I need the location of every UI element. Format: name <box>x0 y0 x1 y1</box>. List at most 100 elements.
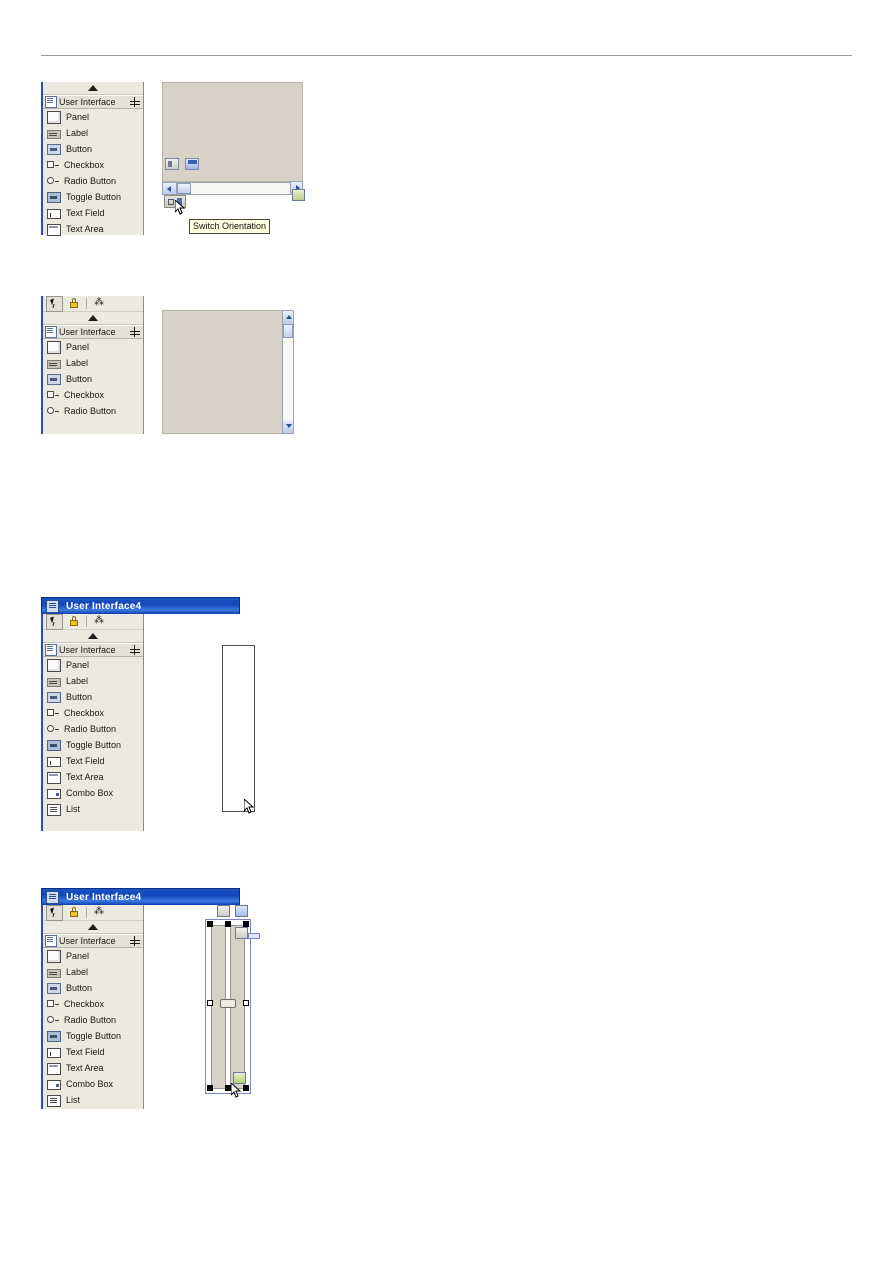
palette-item-toggle-button[interactable]: Toggle Button <box>43 737 143 753</box>
figure-2-vertical-scrollbar: User Interface Panel Label Button Checkb… <box>41 295 311 436</box>
vertical-scroll-track[interactable] <box>283 338 293 420</box>
fig2-palette-group-header[interactable]: User Interface <box>43 325 143 339</box>
palette-item-label: Checkbox <box>64 160 105 170</box>
selection-handle-middle-right[interactable] <box>243 1000 249 1006</box>
palette-item-toggle-button[interactable]: Toggle Button <box>43 189 143 205</box>
vertical-scroll-thumb[interactable] <box>283 324 293 338</box>
scroll-down-arrow[interactable] <box>283 420 293 433</box>
scroll-left-arrow[interactable] <box>163 183 177 194</box>
arrow-cursor-icon[interactable] <box>46 613 63 630</box>
selection-handle-top-center[interactable] <box>225 921 231 927</box>
split-horizontal-badge[interactable] <box>217 905 230 917</box>
palette-item-combo-box[interactable]: Combo Box <box>43 785 143 801</box>
selected-split-pane[interactable] <box>205 919 251 1094</box>
palette-item-toggle-button[interactable]: Toggle Button <box>43 1028 143 1044</box>
palette-item-panel[interactable]: Panel <box>43 657 143 673</box>
palette-item-label: Text Area <box>66 224 104 234</box>
fig2-tool-strip[interactable] <box>43 295 143 312</box>
palette-item-button[interactable]: Button <box>43 689 143 705</box>
palette-item-list[interactable]: List <box>43 1092 143 1108</box>
palette-item-label[interactable]: Label <box>43 673 143 689</box>
scroll-up-arrow[interactable] <box>283 311 293 324</box>
palette-item-combo-box[interactable]: Combo Box <box>43 1076 143 1092</box>
palette-item-radio-button[interactable]: Radio Button <box>43 403 143 419</box>
horizontal-scroll-thumb[interactable] <box>177 183 191 194</box>
vertical-split-pane-outline[interactable] <box>222 645 255 812</box>
fig1-collapse-row[interactable] <box>43 82 143 95</box>
palette-item-radio-button[interactable]: Radio Button <box>43 173 143 189</box>
palette-item-text-area[interactable]: Text Area <box>43 1060 143 1076</box>
palette-item-button[interactable]: Button <box>43 980 143 996</box>
resize-badge[interactable] <box>292 189 305 201</box>
palette-item-panel[interactable]: Panel <box>43 948 143 964</box>
fig2-form-surface[interactable] <box>162 310 292 434</box>
move-handle-icon[interactable] <box>130 645 140 655</box>
horizontal-scroll-track[interactable] <box>191 183 302 194</box>
zoom-badge[interactable] <box>235 927 248 939</box>
combo-box-icon <box>47 789 61 799</box>
fig1-component-palette[interactable]: User Interface Panel Label Button Checkb… <box>41 82 144 237</box>
fig2-vertical-scrollbar[interactable] <box>282 310 294 434</box>
wand-icon[interactable] <box>93 905 104 919</box>
fig3-design-canvas[interactable] <box>145 614 291 831</box>
move-handle-icon[interactable] <box>130 97 140 107</box>
padlock-icon[interactable] <box>67 297 80 310</box>
fig1-palette-group-header[interactable]: User Interface <box>43 95 143 109</box>
palette-item-checkbox[interactable]: Checkbox <box>43 996 143 1012</box>
palette-item-button[interactable]: Button <box>43 371 143 387</box>
fig3-component-palette[interactable]: User Interface Panel Label Button Checkb… <box>41 613 144 831</box>
palette-item-panel[interactable]: Panel <box>43 109 143 125</box>
split-divider-knob[interactable] <box>220 999 236 1008</box>
split-horizontal-icon[interactable] <box>165 158 179 170</box>
text-area-icon <box>47 771 61 784</box>
fig2-collapse-row[interactable] <box>43 312 143 325</box>
fig4-palette-group-header[interactable]: User Interface <box>43 934 143 948</box>
palette-item-checkbox[interactable]: Checkbox <box>43 387 143 403</box>
palette-item-label[interactable]: Label <box>43 125 143 141</box>
fig3-tool-strip[interactable] <box>43 613 143 630</box>
palette-item-text-field[interactable]: Text Field <box>43 753 143 769</box>
split-vertical-icon[interactable] <box>185 158 199 170</box>
palette-item-text-field[interactable]: Text Field <box>43 1044 143 1060</box>
palette-item-list[interactable]: List <box>43 801 143 817</box>
fig4-window-titlebar[interactable]: User Interface4 <box>41 888 240 905</box>
fig4-tool-strip[interactable] <box>43 904 143 921</box>
arrow-cursor-icon[interactable] <box>46 904 63 921</box>
palette-item-checkbox[interactable]: Checkbox <box>43 157 143 173</box>
toggle-button-icon <box>47 192 61 203</box>
palette-item-checkbox[interactable]: Checkbox <box>43 705 143 721</box>
fig4-design-canvas[interactable] <box>145 905 291 1109</box>
move-handle-icon[interactable] <box>130 327 140 337</box>
wand-icon[interactable] <box>93 614 104 628</box>
palette-item-text-area[interactable]: Text Area <box>43 221 143 237</box>
selection-handle-middle-left[interactable] <box>207 1000 213 1006</box>
padlock-icon[interactable] <box>67 615 80 628</box>
fig1-palette-items: Panel Label Button Checkbox Radio Button… <box>43 109 143 237</box>
padlock-icon[interactable] <box>67 906 80 919</box>
fig2-component-palette[interactable]: User Interface Panel Label Button Checkb… <box>41 295 144 434</box>
palette-item-button[interactable]: Button <box>43 141 143 157</box>
palette-item-radio-button[interactable]: Radio Button <box>43 1012 143 1028</box>
palette-item-radio-button[interactable]: Radio Button <box>43 721 143 737</box>
palette-item-text-field[interactable]: Text Field <box>43 205 143 221</box>
selection-handle-bottom-right[interactable] <box>243 1085 249 1091</box>
fig3-palette-group-header[interactable]: User Interface <box>43 643 143 657</box>
selection-handle-bottom-left[interactable] <box>207 1085 213 1091</box>
wand-icon[interactable] <box>93 296 104 310</box>
fig1-horizontal-scrollbar[interactable] <box>162 182 303 195</box>
palette-item-label[interactable]: Label <box>43 355 143 371</box>
fig3-window-titlebar[interactable]: User Interface4 <box>41 597 240 614</box>
fig4-collapse-row[interactable] <box>43 921 143 934</box>
fig1-form-surface[interactable] <box>162 82 303 182</box>
palette-item-panel[interactable]: Panel <box>43 339 143 355</box>
split-vertical-badge[interactable] <box>235 905 248 917</box>
selection-handle-top-left[interactable] <box>207 921 213 927</box>
arrow-cursor-icon[interactable] <box>46 295 63 312</box>
move-handle-icon[interactable] <box>130 936 140 946</box>
fig3-collapse-row[interactable] <box>43 630 143 643</box>
fig1-design-canvas[interactable]: Switch Orientation <box>162 82 311 247</box>
palette-item-label[interactable]: Label <box>43 964 143 980</box>
fig4-component-palette[interactable]: User Interface Panel Label Button Checkb… <box>41 904 144 1109</box>
fig2-design-canvas[interactable] <box>162 310 311 436</box>
palette-item-text-area[interactable]: Text Area <box>43 769 143 785</box>
